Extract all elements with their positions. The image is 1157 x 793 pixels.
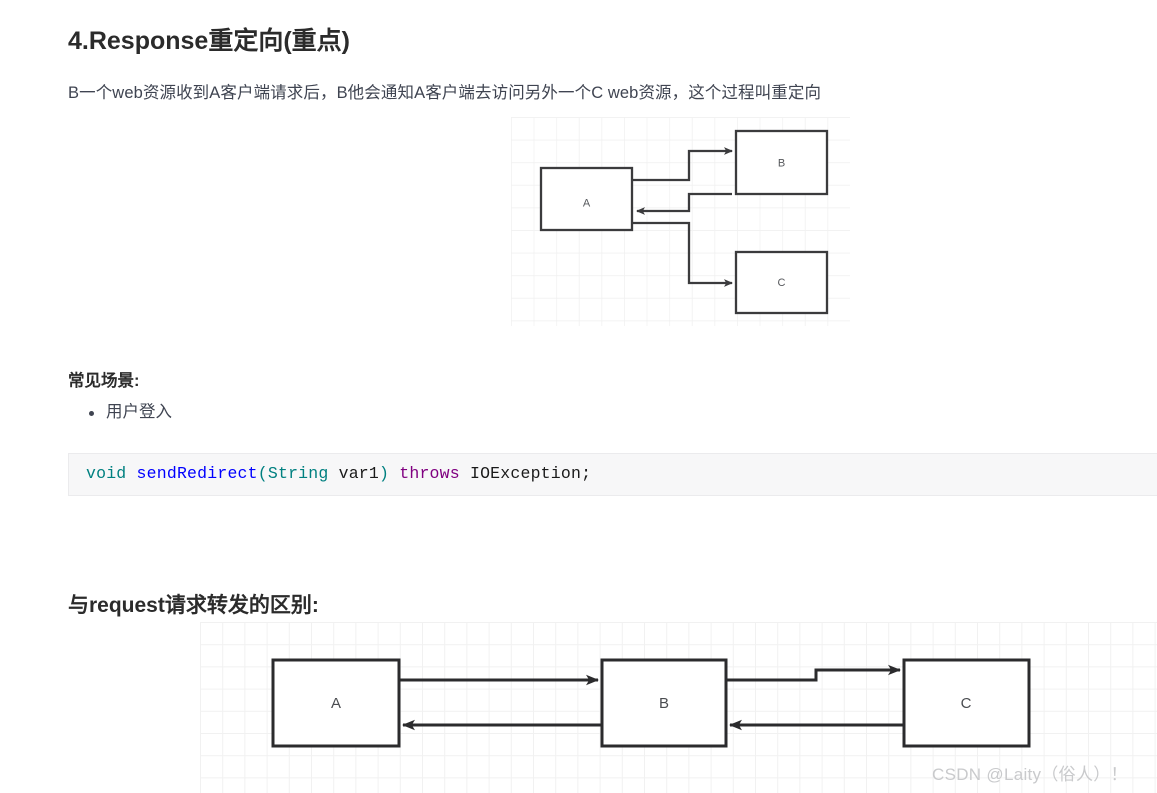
code-token-paren-open: (: [257, 464, 268, 483]
node-c-label: C: [778, 277, 786, 289]
node-a-label: A: [331, 695, 341, 712]
code-line: void sendRedirect(String var1) throws IO…: [86, 464, 591, 483]
node-c-label: C: [961, 695, 972, 712]
code-token-throws: throws: [399, 464, 460, 483]
code-token-type: void: [86, 464, 127, 483]
code-token-string-type: String: [267, 464, 329, 483]
code-token-param: var1: [328, 464, 380, 483]
comparison-heading: 与request请求转发的区别:: [68, 594, 319, 618]
node-a: A: [539, 166, 634, 232]
redirect-diagram: A B C: [511, 117, 850, 326]
node-c: C: [902, 658, 1031, 748]
page-title: 4.Response重定向(重点): [68, 26, 350, 55]
watermark: CSDN @Laity（俗人）！: [932, 765, 1128, 784]
scenarios-list: 用户登入: [68, 400, 172, 425]
node-b-label: B: [778, 157, 785, 169]
code-token-exception: IOException;: [459, 464, 592, 483]
code-block: void sendRedirect(String var1) throws IO…: [68, 453, 1157, 496]
code-token-function: sendRedirect: [136, 464, 258, 483]
node-b: B: [600, 658, 728, 748]
list-item: 用户登入: [89, 400, 172, 425]
node-a-label: A: [583, 197, 591, 209]
scenarios-heading: 常见场景:: [68, 371, 140, 390]
article-page: 4.Response重定向(重点) B一个web资源收到A客户端请求后，B他会通…: [0, 0, 1157, 793]
node-c: C: [734, 250, 829, 315]
node-a: A: [271, 658, 401, 748]
node-b: B: [734, 129, 829, 196]
node-b-label: B: [659, 695, 669, 712]
code-token-space2: [389, 464, 399, 483]
intro-paragraph: B一个web资源收到A客户端请求后，B他会通知A客户端去访问另外一个C web资…: [68, 83, 822, 102]
code-token-paren-close: ): [379, 464, 390, 483]
